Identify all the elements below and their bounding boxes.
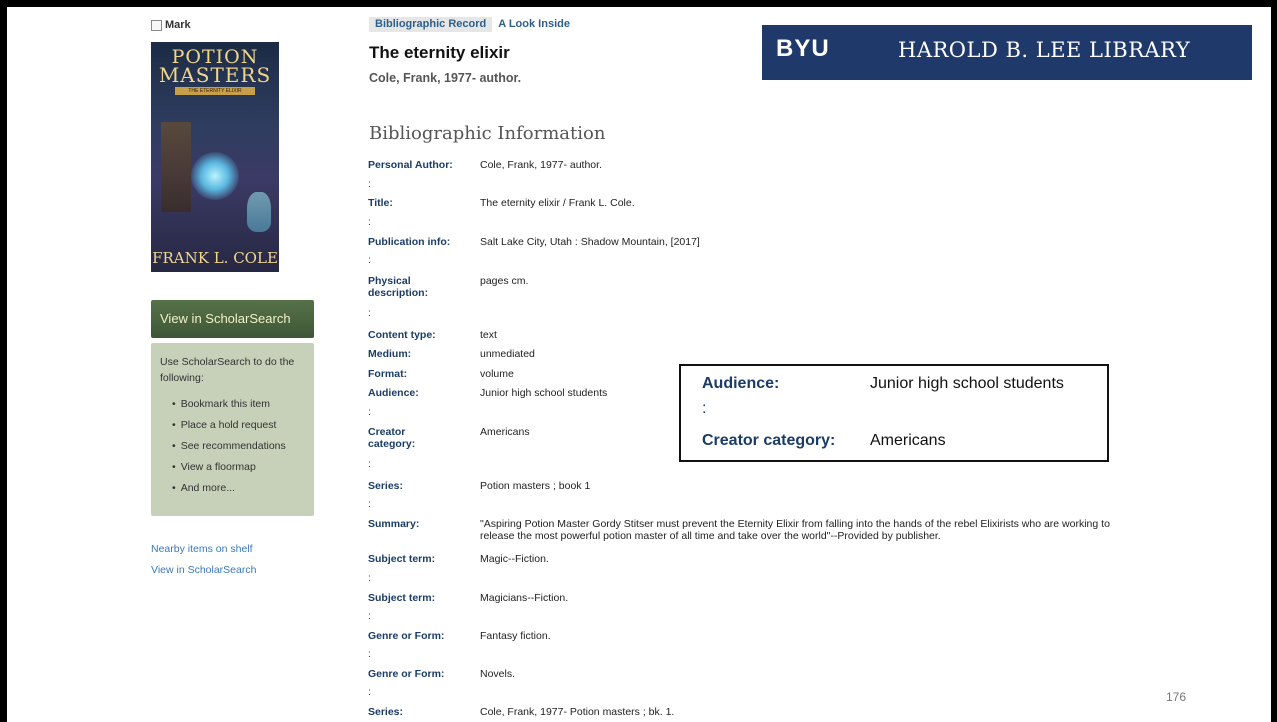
list-item: See recommendations xyxy=(172,436,308,457)
record-tabs: Bibliographic Record A Look Inside xyxy=(369,17,576,32)
record-title: The eternity elixir xyxy=(369,43,510,62)
field-label: Genre or Form: xyxy=(368,630,445,642)
view-in-scholarsearch-button[interactable]: View in ScholarSearch xyxy=(151,300,314,338)
field-value: Novels. xyxy=(480,668,516,680)
mark-checkbox[interactable]: Mark xyxy=(151,19,191,31)
cover-art-flask xyxy=(247,192,271,232)
field-colon: : xyxy=(368,458,371,470)
list-item: Place a hold request xyxy=(172,415,308,436)
field-value: Magic--Fiction. xyxy=(480,553,549,565)
field-colon: : xyxy=(368,307,371,319)
field-value: The eternity elixir / Frank L. Cole. xyxy=(480,197,635,209)
callout-creator-label: Creator category: xyxy=(702,432,836,449)
field-label: Series: xyxy=(368,480,404,492)
field-colon: : xyxy=(368,498,371,510)
field-value: Potion masters ; book 1 xyxy=(480,480,591,492)
field-label: Content type: xyxy=(368,329,436,341)
scholarsearch-info-box: Use ScholarSearch to do the following: B… xyxy=(151,343,314,516)
field-label: Subject term: xyxy=(368,592,436,604)
field-colon: : xyxy=(368,178,371,190)
list-item: And more... xyxy=(172,478,308,499)
field-colon: : xyxy=(368,686,371,698)
field-label: Summary: xyxy=(368,518,420,530)
cover-title-line2: MASTERS xyxy=(158,63,272,87)
field-label: Medium: xyxy=(368,348,412,360)
field-label: Subject term: xyxy=(368,553,436,565)
record-author: Cole, Frank, 1977- author. xyxy=(369,71,522,85)
field-colon: : xyxy=(368,648,371,660)
field-value: pages cm. xyxy=(480,275,529,287)
field-label: Series: xyxy=(368,706,404,718)
field-colon: : xyxy=(368,406,371,418)
field-value: Junior high school students xyxy=(480,387,608,399)
book-cover-image: POTION MASTERS THE ETERNITY ELIXIR FRANK… xyxy=(151,42,279,272)
checkbox-icon[interactable] xyxy=(151,19,162,31)
field-value: Cole, Frank, 1977- Potion masters ; bk. … xyxy=(480,706,675,718)
field-label: Title: xyxy=(368,197,393,209)
cover-art-shelf xyxy=(161,122,191,212)
callout-audience-value: Junior high school students xyxy=(870,375,1064,392)
scholarsearch-feature-list: Bookmark this item Place a hold request … xyxy=(160,394,308,499)
field-label: Format: xyxy=(368,368,408,380)
library-name: HAROLD B. LEE LIBRARY xyxy=(898,38,1191,62)
field-value: Americans xyxy=(480,426,530,438)
section-heading: Bibliographic Information xyxy=(369,123,606,144)
field-value: "Aspiring Potion Master Gordy Stitser mu… xyxy=(480,518,1110,542)
callout-creator-value: Americans xyxy=(870,432,946,449)
field-value: Cole, Frank, 1977- author. xyxy=(480,159,602,171)
field-label: Physical description: xyxy=(368,275,429,299)
cover-author: FRANK L. COLE xyxy=(152,249,278,267)
list-item: Bookmark this item xyxy=(172,394,308,415)
field-label: Audience: xyxy=(368,387,419,399)
field-value: text xyxy=(480,329,497,341)
field-colon: : xyxy=(368,254,371,266)
mark-label: Mark xyxy=(165,19,191,31)
callout-colon: : xyxy=(702,400,707,417)
view-in-scholarsearch-link[interactable]: View in ScholarSearch xyxy=(151,564,256,576)
cover-art-glow xyxy=(191,152,239,200)
field-value: Salt Lake City, Utah : Shadow Mountain, … xyxy=(480,236,700,248)
tab-bibliographic-record[interactable]: Bibliographic Record xyxy=(369,17,493,32)
field-colon: : xyxy=(368,572,371,584)
byu-library-banner: BYU HAROLD B. LEE LIBRARY xyxy=(762,25,1252,80)
tab-a-look-inside[interactable]: A Look Inside xyxy=(492,17,576,32)
cover-subtitle: THE ETERNITY ELIXIR xyxy=(175,87,255,95)
field-value: Fantasy fiction. xyxy=(480,630,551,642)
field-label: Creator category: xyxy=(368,426,416,450)
field-label: Publication info: xyxy=(368,236,451,248)
byu-logo: BYU xyxy=(776,35,830,62)
field-label: Genre or Form: xyxy=(368,668,445,680)
field-label: Personal Author: xyxy=(368,159,453,171)
audience-callout-box: Audience: Junior high school students : … xyxy=(679,364,1109,462)
field-colon: : xyxy=(368,610,371,622)
scholarsearch-intro: Use ScholarSearch to do the following: xyxy=(160,356,295,384)
list-item: View a floormap xyxy=(172,457,308,478)
nearby-items-link[interactable]: Nearby items on shelf xyxy=(151,543,253,555)
page-number: 176 xyxy=(1166,690,1187,704)
field-value: unmediated xyxy=(480,348,535,360)
callout-audience-label: Audience: xyxy=(702,375,780,392)
field-value: Magicians--Fiction. xyxy=(480,592,569,604)
field-colon: : xyxy=(368,216,371,228)
